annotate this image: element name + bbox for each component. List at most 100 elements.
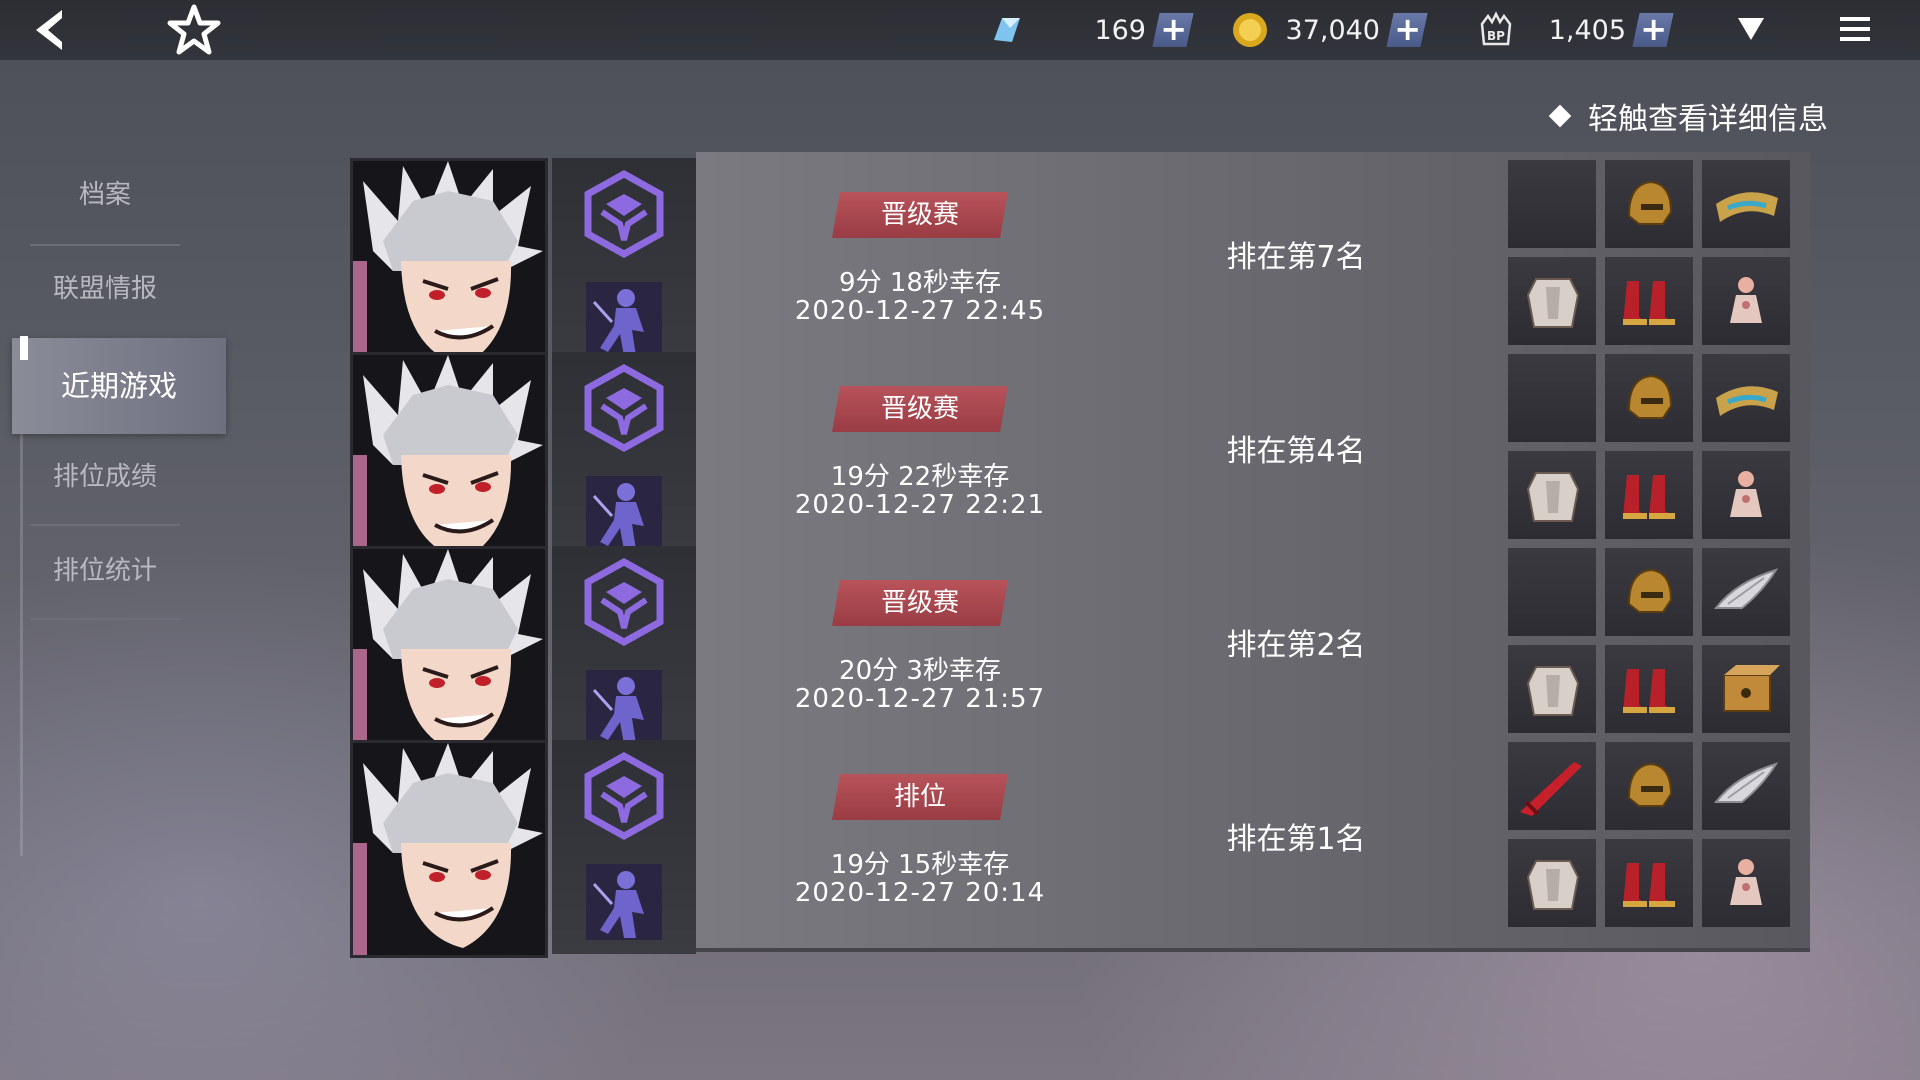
match-datetime: 2020-12-27 22:21: [794, 490, 1046, 520]
sidebar-item-ranked-stats[interactable]: 排位统计: [30, 526, 180, 616]
equipment-slot[interactable]: [1508, 839, 1596, 927]
equipment-slot[interactable]: [1702, 839, 1790, 927]
tier-badge-icon: [584, 752, 664, 840]
divider: [30, 618, 180, 620]
equipment-slot[interactable]: [1508, 354, 1596, 442]
equipment-grid: [1508, 354, 1798, 550]
survival-time: 19分 15秒幸存: [830, 850, 1010, 880]
match-card[interactable]: 排位 19分 15秒幸存 2020-12-27 20:14 排在第1名: [350, 734, 1810, 958]
equipment-slot[interactable]: [1702, 451, 1790, 539]
dropdown-triangle-icon[interactable]: [1736, 16, 1766, 42]
trinket-icon: [1730, 277, 1762, 323]
gold-coin-icon: [1233, 13, 1267, 47]
bracer-icon: [1716, 386, 1778, 416]
equipment-grid: [1508, 742, 1798, 938]
match-icon-column: [552, 158, 696, 372]
equipment-slot[interactable]: [1605, 742, 1693, 830]
game-mode-tag: 排位: [832, 774, 1008, 820]
match-card[interactable]: 晋级赛 9分 18秒幸存 2020-12-27 22:45 排在第7名: [350, 152, 1810, 376]
match-summary-panel: 排位 19分 15秒幸存 2020-12-27 20:14 排在第1名: [696, 734, 1810, 952]
equipment-slot[interactable]: [1508, 548, 1596, 636]
match-datetime: 2020-12-27 21:57: [794, 684, 1046, 714]
equipment-slot[interactable]: [1605, 354, 1693, 442]
character-portrait: [350, 352, 548, 570]
placement-rank: 排在第4名: [1226, 434, 1366, 469]
wing-icon: [1713, 762, 1779, 803]
character-portrait-icon: [353, 161, 545, 373]
equipment-slot[interactable]: [1702, 160, 1790, 248]
tier-badge-icon: [584, 364, 664, 452]
equipment-slot[interactable]: [1508, 257, 1596, 345]
survival-time: 9分 18秒幸存: [839, 268, 1001, 298]
add-gold-button[interactable]: +: [1386, 10, 1428, 48]
top-bar: 169 + 37,040 + BP 1,405 +: [0, 0, 1920, 60]
match-icon-column: [552, 740, 696, 954]
survival-time: 20分 3秒幸存: [839, 656, 1001, 686]
equipment-slot[interactable]: [1508, 742, 1596, 830]
armor-icon: [1526, 278, 1580, 328]
sidebar-item-league-info[interactable]: 联盟情报: [30, 244, 180, 334]
crystal-count: 169: [1094, 14, 1146, 46]
boots-icon: [1623, 863, 1675, 907]
equipment-slot[interactable]: [1702, 645, 1790, 733]
tier-badge-icon: [584, 170, 664, 258]
equipment-slot[interactable]: [1605, 160, 1693, 248]
equipment-slot[interactable]: [1508, 160, 1596, 248]
sidebar-item-ranked-results[interactable]: 排位成绩: [30, 432, 180, 522]
equipment-grid: [1508, 548, 1798, 744]
match-card[interactable]: 晋级赛 20分 3秒幸存 2020-12-27 21:57 排在第2名: [350, 540, 1810, 764]
equipment-slot[interactable]: [1605, 451, 1693, 539]
armor-icon: [1526, 666, 1580, 716]
helmet-icon: [1627, 568, 1673, 613]
equipment-slot[interactable]: [1702, 354, 1790, 442]
match-summary-panel: 晋级赛 19分 22秒幸存 2020-12-27 22:21 排在第4名: [696, 346, 1810, 564]
character-portrait: [350, 546, 548, 764]
menu-icon[interactable]: [1838, 14, 1872, 44]
sidebar-item-recent-games[interactable]: 近期游戏: [12, 338, 226, 434]
character-portrait: [350, 158, 548, 376]
equipment-slot[interactable]: [1508, 645, 1596, 733]
game-screen: 169 + 37,040 + BP 1,405 + 档案 联盟情报 近期游戏 排…: [0, 0, 1920, 1080]
equipment-slot[interactable]: [1702, 257, 1790, 345]
equipment-slot[interactable]: [1508, 451, 1596, 539]
back-icon[interactable]: [28, 6, 76, 54]
boots-icon: [1623, 669, 1675, 713]
boots-icon: [1623, 281, 1675, 325]
equipment-slot[interactable]: [1605, 548, 1693, 636]
character-portrait: [350, 740, 548, 958]
equipment-slot[interactable]: [1605, 257, 1693, 345]
helmet-icon: [1627, 374, 1673, 419]
diamond-bullet-icon: [1548, 104, 1572, 128]
tap-for-details-hint: 轻触查看详细信息: [1548, 94, 1828, 138]
trinket-icon: [1730, 859, 1762, 905]
equipment-slot[interactable]: [1605, 645, 1693, 733]
equipment-grid: [1508, 160, 1798, 356]
character-portrait-icon: [353, 549, 545, 761]
character-portrait-icon: [353, 355, 545, 567]
match-card[interactable]: 晋级赛 19分 22秒幸存 2020-12-27 22:21 排在第4名: [350, 346, 1810, 570]
hint-text: 轻触查看详细信息: [1588, 102, 1828, 137]
crystal-resource: 169 +: [986, 8, 1216, 52]
recent-games-list[interactable]: 晋级赛 9分 18秒幸存 2020-12-27 22:45 排在第7名 晋级赛 …: [350, 152, 1810, 1044]
bracer-icon: [1716, 192, 1778, 222]
armor-icon: [1526, 472, 1580, 522]
equipment-slot[interactable]: [1605, 839, 1693, 927]
survival-time: 19分 22秒幸存: [830, 462, 1010, 492]
match-summary-panel: 晋级赛 20分 3秒幸存 2020-12-27 21:57 排在第2名: [696, 540, 1810, 758]
equipment-slot[interactable]: [1702, 742, 1790, 830]
match-summary-panel: 晋级赛 9分 18秒幸存 2020-12-27 22:45 排在第7名: [696, 152, 1810, 370]
gold-resource: 37,040 +: [1230, 8, 1450, 52]
favorite-star-icon[interactable]: [166, 4, 222, 56]
add-bp-button[interactable]: +: [1632, 10, 1674, 48]
add-crystal-button[interactable]: +: [1152, 10, 1194, 48]
sidebar-item-profile[interactable]: 档案: [30, 150, 180, 240]
bp-icon: BP: [1480, 11, 1512, 46]
equipment-slot[interactable]: [1702, 548, 1790, 636]
sword-icon: [1520, 762, 1582, 816]
bp-resource: BP 1,405 +: [1476, 8, 1696, 52]
placement-rank: 排在第1名: [1226, 822, 1366, 857]
match-datetime: 2020-12-27 22:45: [794, 296, 1046, 326]
match-icon-column: [552, 546, 696, 760]
helmet-icon: [1627, 180, 1673, 225]
game-mode-tag: 晋级赛: [832, 386, 1008, 432]
